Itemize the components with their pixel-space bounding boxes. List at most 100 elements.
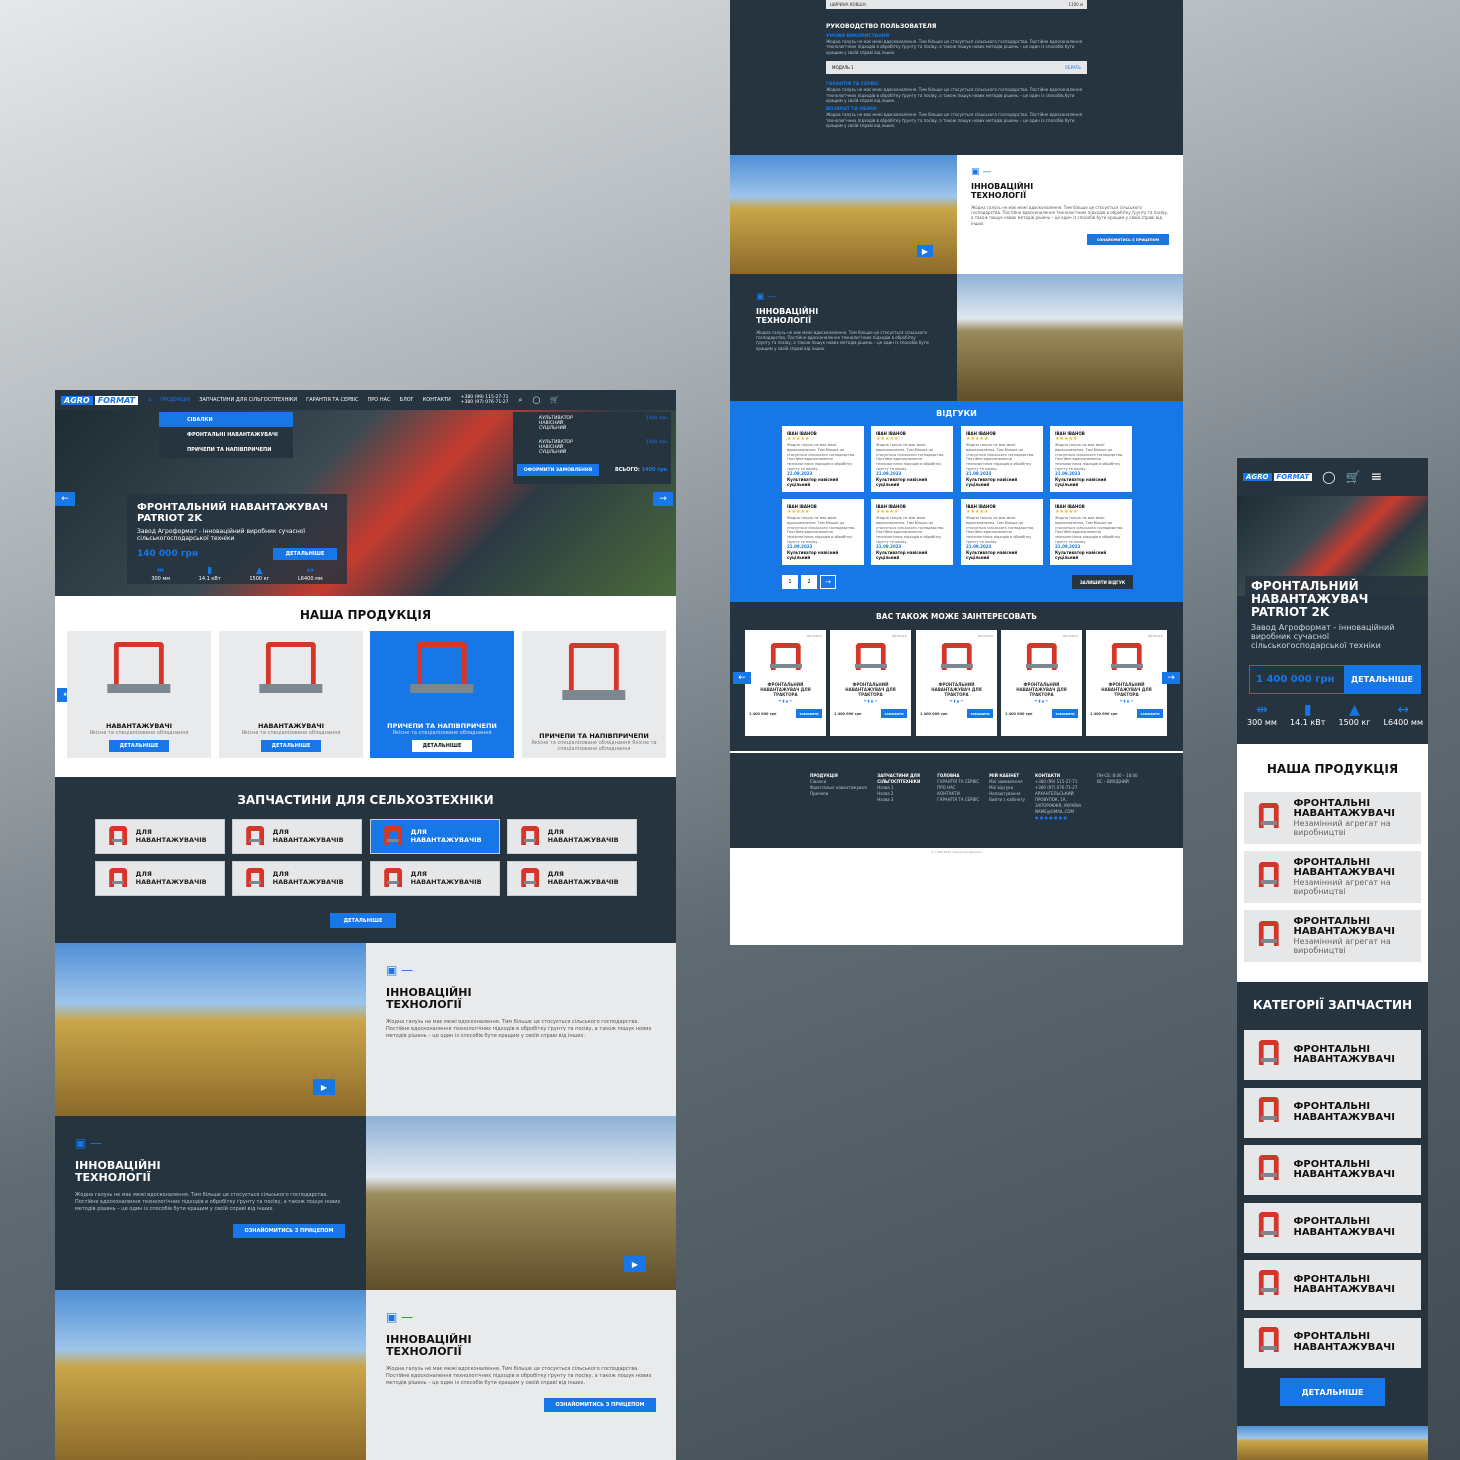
order-button[interactable]: ЗАМОВИТИ: [796, 709, 822, 718]
play-icon[interactable]: ▶: [624, 1256, 646, 1272]
order-button[interactable]: ЗАМОВИТИ: [881, 709, 907, 718]
part-card[interactable]: ДЛЯ НАВАНТАЖУВАЧІВ: [507, 861, 637, 896]
guide-section: ШИРИНА КОВША: 1100 м РУКОВОДСТВО ПОЛЬЗОВА…: [730, 0, 1183, 155]
product-card[interactable]: НАВАНТАЖУВАЧІ Якісне та спеціалізоване о…: [219, 631, 363, 758]
mobile-details-button[interactable]: ДЕТАЛЬНІШЕ: [1344, 666, 1420, 693]
cart-item: КУЛЬТИВАТОР НАВІСНИЙ СУЦІЛЬНИЙ 1400 грн: [539, 416, 667, 431]
interest-card[interactable]: Артикул ФРОНТАЛЬНИЙ НАВАНТАЖУВАЧ ДЛЯ ТРАК…: [1001, 630, 1082, 736]
leave-review-button[interactable]: ЗАЛИШИТИ ВІДГУК: [1072, 575, 1133, 589]
loader-icon: [1250, 1093, 1287, 1133]
cart-icon[interactable]: 🛒: [550, 396, 559, 404]
loader-icon: [1250, 1035, 1287, 1075]
category-card[interactable]: ФРОНТАЛЬНІ НАВАНТАЖУВАЧІ: [1244, 1260, 1421, 1310]
mobile-product-card[interactable]: ФРОНТАЛЬНІ НАВАНТАЖУВАЧІ Незамінний агрег…: [1244, 792, 1421, 844]
cart-popup: КУЛЬТИВАТОР НАВІСНИЙ СУЦІЛЬНИЙ 1400 грн К…: [513, 412, 671, 484]
review-card: ІВАН ІВАНОВ ★★★★★ Жодна галузь не має межі…: [1050, 426, 1132, 492]
menu-icon[interactable]: ≡: [1371, 469, 1383, 485]
nav-about[interactable]: ПРО НАС: [368, 397, 391, 403]
innov-button[interactable]: ОЗНАЙОМИТИСЬ З ПРИЦЕПОМ: [1087, 234, 1169, 246]
page-2[interactable]: 2: [801, 575, 817, 589]
home-icon[interactable]: ⌂: [148, 397, 151, 403]
mobile-footer-image: [1237, 1426, 1428, 1460]
loader-icon: [1250, 1323, 1287, 1363]
loader-icon: [379, 823, 407, 851]
interest-card[interactable]: Артикул ФРОНТАЛЬНИЙ НАВАНТАЖУВАЧ ДЛЯ ТРАК…: [830, 630, 911, 736]
part-card[interactable]: ДЛЯ НАВАНТАЖУВАЧІВ: [370, 861, 500, 896]
product-image: [834, 638, 907, 682]
footer-col-products: ПРОДУКЦІЯ Сівалки Фронтальні навантажувачі…: [810, 773, 868, 796]
category-card[interactable]: ФРОНТАЛЬНІ НАВАНТАЖУВАЧІ: [1244, 1202, 1421, 1253]
tablet-innov-block-1: ▣ — ІННОВАЦІЙНІ ТЕХНОЛОГІЇ Жодна галузь …: [957, 155, 1183, 274]
innov-button[interactable]: ОЗНАЙОМИТИСЬ З ПРИЦЕПОМ: [544, 1398, 656, 1413]
category-card[interactable]: ФРОНТАЛЬНІ НАВАНТАЖУВАЧІ: [1244, 1030, 1421, 1080]
parts-details-button[interactable]: ДЕТАЛЬНІШЕ: [330, 913, 396, 928]
product-details-button[interactable]: ДЕТАЛЬНІШЕ: [109, 740, 169, 752]
battery-icon: ▮: [1303, 702, 1312, 718]
checkout-button[interactable]: ОФОРМИТИ ЗАМОВЛЕННЯ: [517, 464, 599, 476]
reviews-section: ВІДГУКИ ІВАН ІВАНОВ ★★★★★ Жодна галузь не …: [730, 401, 1183, 602]
nav-warranty[interactable]: ГАРАНТІЯ ТА СЕРВІС: [306, 397, 358, 403]
play-icon[interactable]: ▶: [917, 245, 933, 257]
hero-details-button[interactable]: ДЕТАЛЬНІШЕ: [273, 548, 337, 560]
module-row[interactable]: МОДУЛЬ 1 ОБРАТЬ: [826, 61, 1087, 75]
mobile-specs: ⇹ 300 мм ▮ 14.1 кВт ▲ 1500 кг ↔ L6400 мм: [1247, 702, 1423, 727]
category-card[interactable]: ФРОНТАЛЬНІ НАВАНТАЖУВАЧІ: [1244, 1145, 1421, 1195]
mobile-product-card[interactable]: ФРОНТАЛЬНІ НАВАНТАЖУВАЧІ Незамінний агрег…: [1244, 910, 1421, 962]
product-details-button[interactable]: ДЕТАЛЬНІШЕ: [412, 740, 472, 752]
footer: ПРОДУКЦІЯ Сівалки Фронтальні навантажувачі…: [730, 751, 1183, 848]
part-card-active[interactable]: ДЛЯ НАВАНТАЖУВАЧІВ: [370, 819, 500, 854]
part-card[interactable]: ДЛЯ НАВАНТАЖУВАЧІВ: [507, 819, 637, 854]
loader-icon: [516, 865, 544, 893]
search-icon[interactable]: ⌕: [519, 396, 523, 405]
order-button[interactable]: ЗАМОВИТИ: [967, 709, 993, 718]
hero-next-arrow[interactable]: →: [653, 492, 673, 506]
page-1[interactable]: 1: [782, 575, 798, 589]
product-card[interactable]: НАВАНТАЖУВАЧІ Якісне та спеціалізоване о…: [67, 631, 211, 758]
interest-prev-arrow[interactable]: ←: [733, 672, 751, 684]
logo[interactable]: AGRO FORMAT: [61, 395, 138, 405]
category-card[interactable]: ФРОНТАЛЬНІ НАВАНТАЖУВАЧІ: [1244, 1317, 1421, 1368]
order-button[interactable]: ЗАМОВИТИ: [1137, 709, 1163, 718]
nav-products[interactable]: ПРОДУКЦІЯ: [160, 397, 190, 403]
part-card[interactable]: ДЛЯ НАВАНТАЖУВАЧІВ: [95, 819, 225, 854]
product-card[interactable]: ПРИЧЕПИ ТА НАПІВПРИЧЕПИ Якісне та спеціа…: [522, 631, 666, 758]
part-card[interactable]: ДЛЯ НАВАНТАЖУВАЧІВ: [232, 819, 362, 854]
nav-contacts[interactable]: КОНТАКТИ: [423, 397, 451, 403]
interest-card[interactable]: Артикул ФРОНТАЛЬНИЙ НАВАНТАЖУВАЧ ДЛЯ ТРАК…: [916, 630, 997, 736]
review-card: ІВАН ІВАНОВ ★★★★★ Жодна галузь не має межі…: [871, 499, 953, 565]
phones[interactable]: +380 (99) 115-27-71 +380 (97) 076-71-27: [461, 395, 509, 406]
innov-button[interactable]: ОЗНАЙОМИТИСЬ З ПРИЦЕПОМ: [233, 1224, 345, 1239]
dropdown-item-trailers[interactable]: ПРИЧЕПИ ТА НАПІВПРИЧЕПИ: [159, 442, 293, 457]
weight-icon: ▲: [1349, 702, 1360, 718]
product-image: [370, 631, 514, 722]
user-icon[interactable]: ◯: [1322, 470, 1335, 484]
interest-card[interactable]: Артикул ФРОНТАЛЬНИЙ НАВАНТАЖУВАЧ ДЛЯ ТРАК…: [745, 630, 826, 736]
part-card[interactable]: ДЛЯ НАВАНТАЖУВАЧІВ: [232, 861, 362, 896]
nav-parts[interactable]: ЗАПЧАСТИНИ ДЛЯ СІЛЬГОСПТЕХНІКИ: [199, 397, 297, 403]
user-icon[interactable]: ◯: [532, 396, 540, 404]
logo[interactable]: AGRO FORMAT: [1243, 473, 1313, 481]
interest-next-arrow[interactable]: →: [1162, 672, 1180, 684]
product-card-active[interactable]: ПРИЧЕПИ ТА НАПІВПРИЧЕПИ Якісне та спеціа…: [370, 631, 514, 758]
order-button[interactable]: ЗАМОВИТИ: [1052, 709, 1078, 718]
interest-section: ВАС ТАКОЖ МОЖЕ ЗАІНТЕРЕСОВАТЬ Артикул ФРО…: [730, 602, 1183, 751]
nav-blog[interactable]: БЛОГ: [400, 397, 414, 403]
innov-block-3: ▣ — ІННОВАЦІЙНІ ТЕХНОЛОГІЇ Жодна галузь …: [366, 1290, 676, 1460]
product-details-button[interactable]: ДЕТАЛЬНІШЕ: [261, 740, 321, 752]
part-card[interactable]: ДЛЯ НАВАНТАЖУВАЧІВ: [95, 861, 225, 896]
mobile-product-card[interactable]: ФРОНТАЛЬНІ НАВАНТАЖУВАЧІ Незамінний агрег…: [1244, 851, 1421, 903]
dropdown-item-sivalky[interactable]: СІВАЛКИ: [159, 412, 293, 427]
cart-icon[interactable]: 🛒: [1346, 470, 1361, 484]
next-page-icon[interactable]: →: [820, 575, 836, 589]
categories-details-button[interactable]: ДЕТАЛЬНІШЕ: [1280, 1378, 1385, 1406]
mobile-price-row: 1 400 000 грн ДЕТАЛЬНІШЕ: [1249, 665, 1421, 694]
review-card: ІВАН ІВАНОВ ★★★★★ Жодна галузь не має межі…: [961, 499, 1043, 565]
spec-row: ШИРИНА КОВША: 1100 м: [826, 0, 1087, 9]
loader-icon: [104, 823, 132, 851]
dropdown-item-loaders[interactable]: ФРОНТАЛЬНІ НАВАНТАЖУВАЧІ: [159, 427, 293, 442]
innov-image-3: [55, 1290, 366, 1460]
play-icon[interactable]: ▶: [313, 1079, 335, 1095]
interest-card[interactable]: Артикул ФРОНТАЛЬНИЙ НАВАНТАЖУВАЧ ДЛЯ ТРАК…: [1086, 630, 1167, 736]
hero-prev-arrow[interactable]: ←: [55, 492, 75, 506]
category-card[interactable]: ФРОНТАЛЬНІ НАВАНТАЖУВАЧІ: [1244, 1087, 1421, 1138]
